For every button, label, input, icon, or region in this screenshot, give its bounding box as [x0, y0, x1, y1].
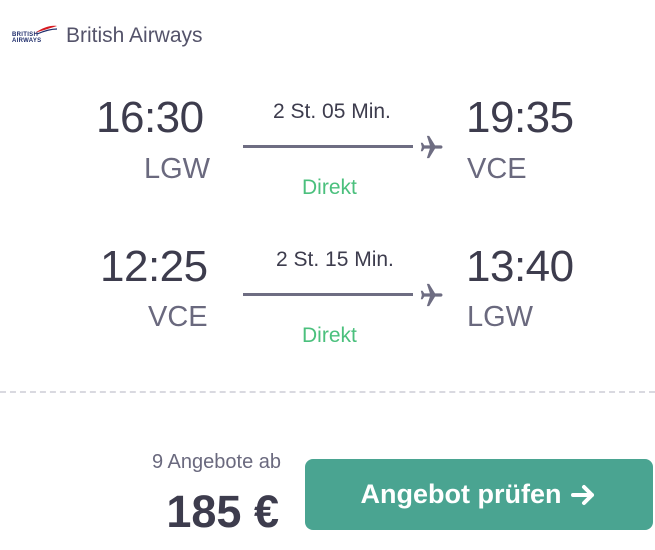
departure-time: 12:25	[100, 242, 208, 291]
departure-airport: LGW	[144, 153, 211, 185]
airline-name: British Airways	[66, 24, 203, 47]
airplane-icon	[420, 283, 443, 307]
departure-airport: VCE	[148, 301, 208, 333]
flight-duration: 2 St. 15 Min.	[276, 248, 394, 271]
british-airways-logo: BRITISH AIRWAYS	[12, 25, 58, 47]
route-line	[243, 145, 413, 148]
airline-header: BRITISH AIRWAYS British Airways	[12, 24, 203, 48]
check-offer-button-label: Angebot prüfen	[360, 479, 562, 509]
arrow-right-icon	[571, 484, 595, 505]
offers-count-label: 9 Angebote ab	[151, 451, 281, 473]
check-offer-button[interactable]: Angebot prüfen	[305, 459, 653, 530]
route-line	[243, 293, 413, 296]
flight-duration: 2 St. 05 Min.	[273, 100, 391, 123]
arrival-airport: LGW	[467, 301, 534, 333]
logo-wordmark-line2: AIRWAYS	[12, 38, 42, 44]
departure-time: 16:30	[96, 93, 204, 142]
arrival-time: 19:35	[466, 93, 574, 142]
price: 185 €	[166, 486, 279, 537]
dashed-divider	[0, 391, 655, 393]
arrival-time: 13:40	[466, 242, 574, 291]
stops-label: Direkt	[302, 176, 357, 199]
airplane-icon	[420, 135, 443, 159]
stops-label: Direkt	[302, 324, 357, 347]
arrival-airport: VCE	[467, 153, 527, 185]
